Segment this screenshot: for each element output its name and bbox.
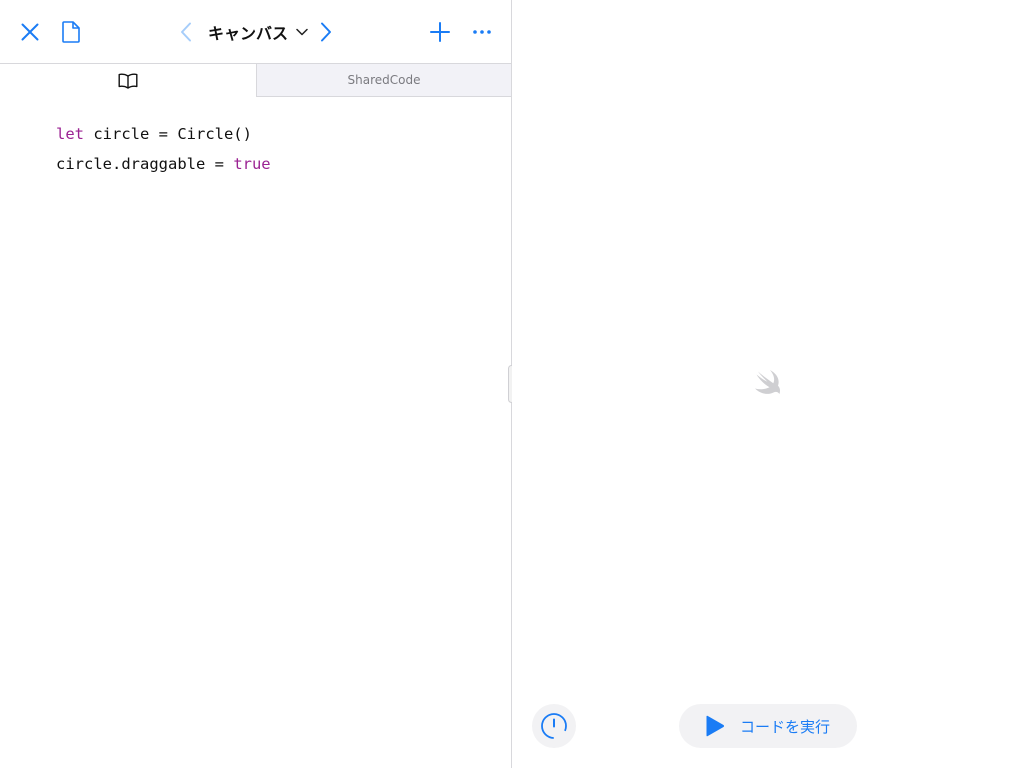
page-title: キャンバス xyxy=(208,24,289,43)
editor-pane: キャンバス SharedCode let circle = Circle() c… xyxy=(0,0,511,768)
document-button[interactable] xyxy=(55,16,87,48)
swift-logo-icon xyxy=(755,370,780,394)
plus-icon xyxy=(430,22,450,42)
chevron-left-icon xyxy=(181,22,191,42)
more-button[interactable] xyxy=(466,16,498,48)
previous-page-button[interactable] xyxy=(172,18,200,46)
code-text: circle.draggable = xyxy=(56,155,234,173)
tab-shared-code-label: SharedCode xyxy=(347,73,421,87)
speed-meter-button[interactable] xyxy=(532,704,576,748)
tab-shared-code[interactable]: SharedCode xyxy=(256,64,511,97)
code-keyword: true xyxy=(233,155,271,173)
toolbar: キャンバス xyxy=(0,0,511,64)
run-code-button[interactable]: コードを実行 xyxy=(679,704,857,748)
file-tabs: SharedCode xyxy=(0,64,511,97)
next-page-button[interactable] xyxy=(312,18,340,46)
chevron-down-icon xyxy=(296,28,308,36)
code-keyword: let xyxy=(56,125,84,143)
code-text: circle = Circle() xyxy=(84,125,252,143)
code-line[interactable]: let circle = Circle() xyxy=(56,119,271,149)
tab-main-page[interactable] xyxy=(0,64,256,97)
speedometer-icon xyxy=(541,713,567,739)
book-icon xyxy=(118,73,138,89)
ellipsis-icon xyxy=(473,30,491,34)
chevron-right-icon xyxy=(321,22,331,42)
run-code-label: コードを実行 xyxy=(740,718,831,736)
page-title-dropdown[interactable]: キャンバス xyxy=(208,18,308,46)
live-view: コードを実行 xyxy=(512,0,1024,768)
close-button[interactable] xyxy=(14,16,46,48)
add-button[interactable] xyxy=(424,16,456,48)
code-line[interactable]: circle.draggable = true xyxy=(56,149,271,179)
play-icon xyxy=(706,715,725,737)
document-icon xyxy=(62,21,80,43)
code-editor[interactable]: let circle = Circle() circle.draggable =… xyxy=(56,119,271,179)
close-icon xyxy=(21,23,39,41)
